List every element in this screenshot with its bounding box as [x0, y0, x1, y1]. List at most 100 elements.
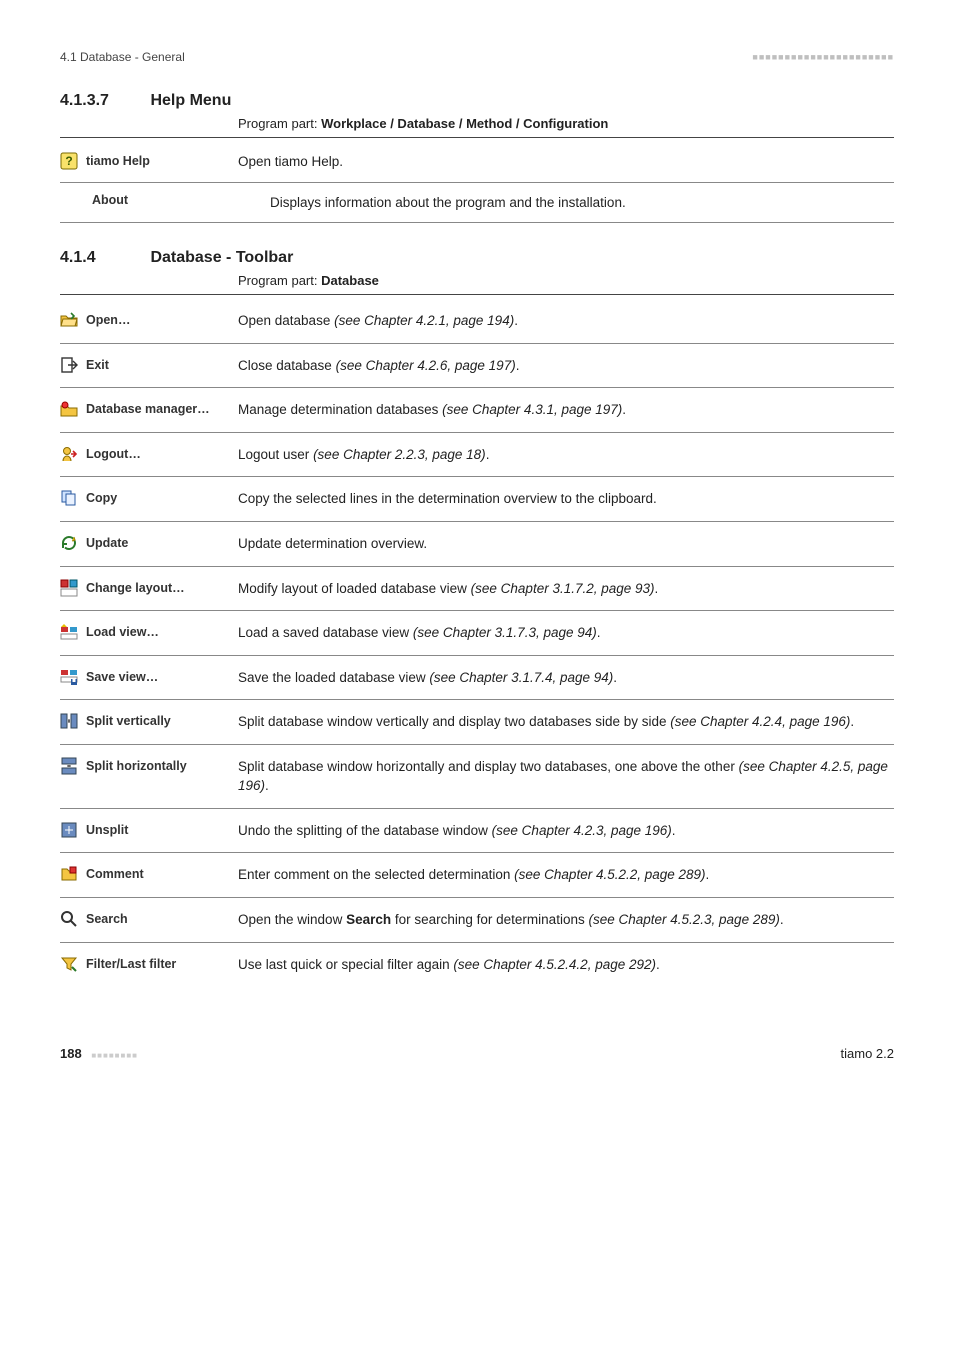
row-label: Comment	[86, 867, 144, 881]
row-desc: Close database (see Chapter 4.2.6, page …	[238, 356, 894, 376]
desc-end: .	[850, 714, 854, 729]
desc-end: .	[656, 957, 660, 972]
row-label: Load view…	[86, 625, 159, 639]
row-desc: Open tiamo Help.	[238, 152, 894, 172]
exit-icon	[60, 356, 78, 374]
desc-end: .	[655, 581, 659, 596]
desc-text: Load a saved database view	[238, 625, 413, 640]
row-label: Open…	[86, 313, 130, 327]
search-icon	[60, 910, 78, 928]
row-label: Filter/Last filter	[86, 957, 176, 971]
desc-ref: (see Chapter 4.2.1, page 194)	[334, 313, 514, 328]
desc-ref: (see Chapter 4.2.3, page 196)	[492, 823, 672, 838]
help-row-tiamo-help: ? tiamo Help Open tiamo Help.	[60, 142, 894, 183]
page-header: 4.1 Database - General ■■■■■■■■■■■■■■■■■…	[60, 50, 894, 64]
row-desc: Copy the selected lines in the determina…	[238, 489, 894, 509]
toolbar-row-split-horiz: Split horizontally Split database window…	[60, 745, 894, 809]
row-label: Exit	[86, 358, 109, 372]
toolbar-row-update: Update Update determination overview.	[60, 522, 894, 567]
desc-text: Logout user	[238, 447, 313, 462]
toolbar-row-change-layout: Change layout… Modify layout of loaded d…	[60, 567, 894, 612]
desc-end: .	[622, 402, 626, 417]
desc-text: Split database window vertically and dis…	[238, 714, 670, 729]
desc-ref: (see Chapter 4.5.2.3, page 289)	[588, 912, 779, 927]
row-label: tiamo Help	[86, 154, 150, 168]
row-label: Copy	[86, 491, 117, 505]
desc-end: .	[597, 625, 601, 640]
row-desc: Manage determination databases (see Chap…	[238, 400, 894, 420]
footer-page-number: 188	[60, 1046, 82, 1061]
save-view-icon	[60, 668, 78, 686]
program-part-value: Workplace / Database / Method / Configur…	[321, 116, 608, 131]
header-decor: ■■■■■■■■■■■■■■■■■■■■■■	[752, 52, 894, 62]
row-label: Update	[86, 536, 128, 550]
row-desc: Split database window horizontally and d…	[238, 757, 894, 796]
desc-ref: (see Chapter 4.5.2.4.2, page 292)	[453, 957, 656, 972]
row-label: About	[92, 193, 128, 207]
desc-text: Manage determination databases	[238, 402, 442, 417]
desc-text: Open database	[238, 313, 334, 328]
help-row-about: About Displays information about the pro…	[60, 183, 894, 224]
desc-text: Close database	[238, 358, 336, 373]
header-breadcrumb: 4.1 Database - General	[60, 50, 185, 64]
desc-ref: (see Chapter 4.2.4, page 196)	[670, 714, 850, 729]
program-part-line: Program part: Database	[238, 273, 894, 288]
desc-end: .	[780, 912, 784, 927]
row-desc: Enter comment on the selected determinat…	[238, 865, 894, 885]
section-title: Help Menu	[150, 92, 231, 109]
desc-ref: (see Chapter 4.3.1, page 197)	[442, 402, 622, 417]
desc-mid: for searching for determinations	[391, 912, 588, 927]
section-title: Database - Toolbar	[150, 249, 293, 266]
load-view-icon	[60, 623, 78, 641]
desc-text: Undo the splitting of the database windo…	[238, 823, 492, 838]
split-horizontal-icon	[60, 757, 78, 775]
desc-end: .	[672, 823, 676, 838]
desc-text: Enter comment on the selected determinat…	[238, 867, 514, 882]
desc-end: .	[265, 778, 269, 793]
divider	[60, 294, 894, 295]
layout-icon	[60, 579, 78, 597]
row-label: Split vertically	[86, 714, 171, 728]
section-heading-db-toolbar: 4.1.4 Database - Toolbar	[60, 249, 894, 267]
db-manager-icon	[60, 400, 78, 418]
row-label: Database manager…	[86, 402, 210, 416]
desc-ref: (see Chapter 4.5.2.2, page 289)	[514, 867, 705, 882]
row-desc: Undo the splitting of the database windo…	[238, 821, 894, 841]
toolbar-row-save-view: Save view… Save the loaded database view…	[60, 656, 894, 701]
desc-ref: (see Chapter 3.1.7.3, page 94)	[413, 625, 597, 640]
section-number: 4.1.4	[60, 249, 146, 267]
split-vertical-icon	[60, 712, 78, 730]
divider	[60, 137, 894, 138]
row-label: Unsplit	[86, 823, 128, 837]
row-desc: Logout user (see Chapter 2.2.3, page 18)…	[238, 445, 894, 465]
desc-text: Use last quick or special filter again	[238, 957, 453, 972]
help-icon: ?	[60, 152, 78, 170]
toolbar-row-comment: Comment Enter comment on the selected de…	[60, 853, 894, 898]
program-part-label: Program part:	[238, 116, 321, 131]
program-part-value: Database	[321, 273, 379, 288]
toolbar-row-copy: Copy Copy the selected lines in the dete…	[60, 477, 894, 522]
row-label: Save view…	[86, 670, 158, 684]
desc-ref: (see Chapter 4.2.6, page 197)	[336, 358, 516, 373]
toolbar-row-exit: Exit Close database (see Chapter 4.2.6, …	[60, 344, 894, 389]
unsplit-icon	[60, 821, 78, 839]
row-label: Search	[86, 912, 128, 926]
row-desc: Open database (see Chapter 4.2.1, page 1…	[238, 311, 894, 331]
row-desc: Update determination overview.	[238, 534, 894, 554]
section-number: 4.1.3.7	[60, 92, 146, 110]
footer-decor: ■■■■■■■■	[91, 1051, 138, 1060]
row-desc: Open the window Search for searching for…	[238, 910, 894, 930]
toolbar-row-load-view: Load view… Load a saved database view (s…	[60, 611, 894, 656]
footer-product: tiamo 2.2	[841, 1046, 894, 1061]
copy-icon	[60, 489, 78, 507]
program-part-label: Program part:	[238, 273, 321, 288]
row-label: Change layout…	[86, 581, 185, 595]
desc-ref: (see Chapter 2.2.3, page 18)	[313, 447, 486, 462]
row-desc: Load a saved database view (see Chapter …	[238, 623, 894, 643]
desc-end: .	[486, 447, 490, 462]
filter-icon	[60, 955, 78, 973]
row-desc: Displays information about the program a…	[270, 193, 894, 213]
page-footer: 188 ■■■■■■■■ tiamo 2.2	[60, 1046, 894, 1061]
desc-ref: (see Chapter 3.1.7.4, page 94)	[429, 670, 613, 685]
desc-end: .	[613, 670, 617, 685]
